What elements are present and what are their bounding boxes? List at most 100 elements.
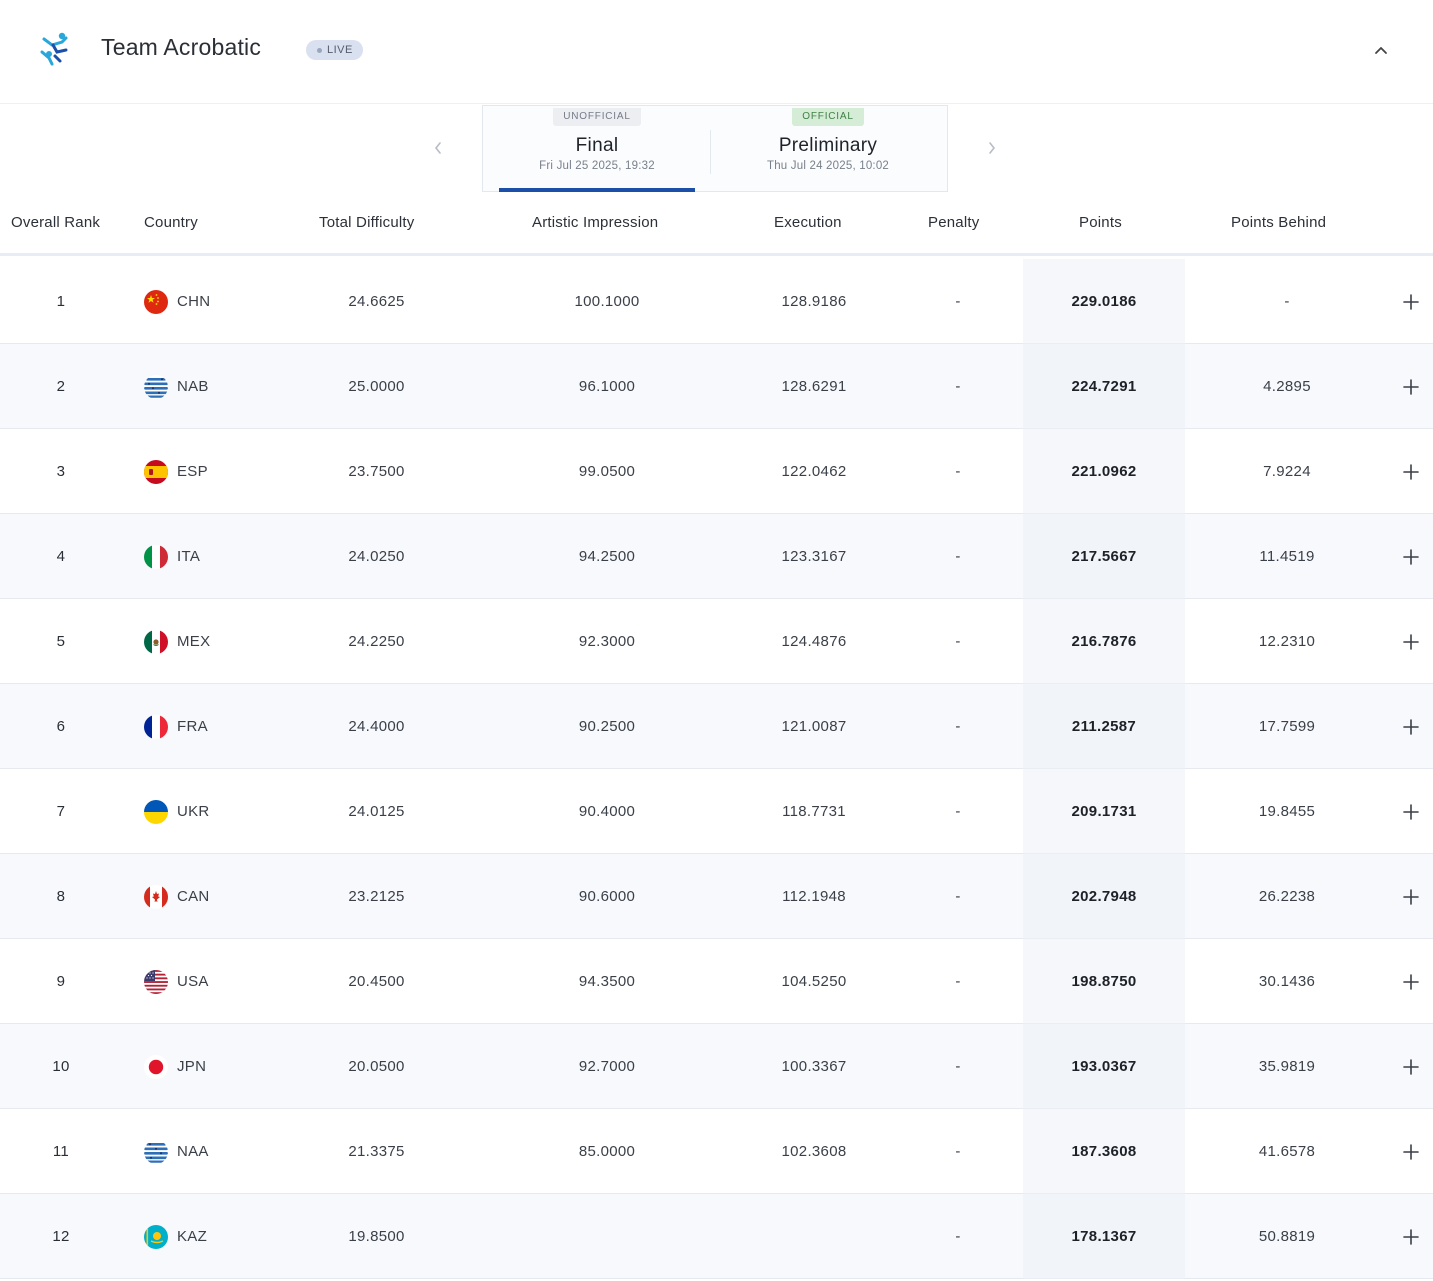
table-row[interactable]: 3 ESP 23.7500 99.0500 122.0462 - 221.0962 7.922… bbox=[0, 429, 1433, 514]
country-code: ESP bbox=[177, 463, 208, 480]
expand-row-button[interactable] bbox=[1398, 1194, 1424, 1279]
table-row[interactable]: 2 NAB 25.0000 96.1000 128.6291 - 224.7291 4.289… bbox=[0, 344, 1433, 429]
results-table-body: 1 CHN 24.6625 100.1000 128.9186 - 229.0186 - 2 NA… bbox=[0, 259, 1433, 1279]
expand-row-button[interactable] bbox=[1398, 599, 1424, 684]
country-cell: CHN bbox=[144, 259, 274, 344]
collapse-button[interactable] bbox=[1371, 40, 1391, 60]
execution-cell: 104.5250 bbox=[781, 973, 847, 990]
points-behind-cell: 12.2310 bbox=[1258, 633, 1316, 650]
tab-divider bbox=[710, 130, 711, 174]
country-cell: MEX bbox=[144, 599, 274, 684]
competition-title: Team Acrobatic bbox=[101, 34, 262, 60]
expand-row-button[interactable] bbox=[1398, 769, 1424, 854]
table-row[interactable]: 5 MEX 24.2250 92.3000 124.4876 - 216.7876 12.23… bbox=[0, 599, 1433, 684]
execution-cell: 128.9186 bbox=[781, 293, 847, 310]
difficulty-cell: 20.0500 bbox=[348, 1058, 405, 1075]
plus-icon bbox=[1403, 973, 1419, 990]
penalty-cell: - bbox=[955, 633, 961, 650]
flag-chn-icon bbox=[144, 289, 168, 314]
plus-icon bbox=[1403, 888, 1419, 905]
plus-icon bbox=[1403, 803, 1419, 820]
points-behind-cell: 35.9819 bbox=[1258, 1058, 1316, 1075]
expand-row-button[interactable] bbox=[1398, 684, 1424, 769]
points-cell: 187.3608 bbox=[1023, 1109, 1185, 1194]
active-tab-indicator bbox=[499, 188, 695, 192]
table-row[interactable]: 10 JPN 20.0500 92.7000 100.3367 - 193.0367 35.9… bbox=[0, 1024, 1433, 1109]
tab-final[interactable]: UNOFFICIAL Final Fri Jul 25 2025, 19:32 bbox=[499, 106, 695, 192]
table-row[interactable]: 8 CAN 23.2125 90.6000 112.1948 - 202.7948 26.22… bbox=[0, 854, 1433, 939]
execution-cell: 112.1948 bbox=[782, 888, 846, 905]
flag-jpn-icon bbox=[144, 1054, 168, 1079]
column-header-penalty[interactable]: Penalty bbox=[928, 214, 979, 231]
difficulty-cell: 23.2125 bbox=[348, 888, 405, 905]
points-behind-cell: 19.8455 bbox=[1258, 803, 1316, 820]
execution-cell: 123.3167 bbox=[781, 548, 847, 565]
column-header-difficulty[interactable]: Total Difficulty bbox=[319, 214, 414, 231]
expand-row-button[interactable] bbox=[1398, 1109, 1424, 1194]
flag-mex-icon bbox=[144, 629, 168, 654]
points-cell: 209.1731 bbox=[1023, 769, 1185, 854]
plus-icon bbox=[1403, 378, 1419, 395]
phase-tabs: UNOFFICIAL Final Fri Jul 25 2025, 19:32 … bbox=[482, 105, 948, 192]
official-badge: OFFICIAL bbox=[792, 108, 864, 126]
country-code: FRA bbox=[177, 718, 208, 735]
country-cell: NAB bbox=[144, 344, 274, 429]
table-row[interactable]: 4 ITA 24.0250 94.2500 123.3167 - 217.5667 11.45… bbox=[0, 514, 1433, 599]
country-cell: JPN bbox=[144, 1024, 274, 1109]
live-badge: LIVE bbox=[306, 40, 363, 60]
difficulty-cell: 21.3375 bbox=[348, 1143, 405, 1160]
table-row[interactable]: 12 KAZ 19.8500 - 178.1367 50.8819 bbox=[0, 1194, 1433, 1279]
execution-cell: 100.3367 bbox=[781, 1058, 847, 1075]
country-code: USA bbox=[177, 973, 209, 990]
artistic-cell: 100.1000 bbox=[574, 293, 640, 310]
expand-row-button[interactable] bbox=[1398, 1024, 1424, 1109]
expand-row-button[interactable] bbox=[1398, 344, 1424, 429]
expand-row-button[interactable] bbox=[1398, 514, 1424, 599]
artistic-cell: 96.1000 bbox=[578, 378, 636, 395]
country-cell: UKR bbox=[144, 769, 274, 854]
points-cell: 202.7948 bbox=[1023, 854, 1185, 939]
flag-naa-icon bbox=[144, 1139, 168, 1164]
execution-cell bbox=[744, 1194, 884, 1279]
table-row[interactable]: 6 FRA 24.4000 90.2500 121.0087 - 211.2587 17.75… bbox=[0, 684, 1433, 769]
artistic-cell: 92.3000 bbox=[578, 633, 636, 650]
column-header-artistic[interactable]: Artistic Impression bbox=[532, 214, 658, 231]
country-code: UKR bbox=[177, 803, 210, 820]
country-code: NAB bbox=[177, 378, 209, 395]
expand-row-button[interactable] bbox=[1398, 854, 1424, 939]
flag-usa-icon bbox=[144, 969, 168, 994]
difficulty-cell: 24.4000 bbox=[348, 718, 405, 735]
rank-cell: 12 bbox=[52, 1228, 70, 1245]
rank-cell: 4 bbox=[56, 548, 66, 565]
next-phase-button[interactable] bbox=[982, 138, 1002, 158]
previous-phase-button[interactable] bbox=[428, 138, 448, 158]
country-cell: KAZ bbox=[144, 1194, 274, 1279]
tab-preliminary[interactable]: OFFICIAL Preliminary Thu Jul 24 2025, 10… bbox=[723, 106, 933, 191]
country-code: CAN bbox=[177, 888, 210, 905]
column-header-points[interactable]: Points bbox=[1079, 214, 1122, 231]
column-header-execution[interactable]: Execution bbox=[774, 214, 842, 231]
expand-row-button[interactable] bbox=[1398, 259, 1424, 344]
table-row[interactable]: 7 UKR 24.0125 90.4000 118.7731 - 209.1731 19.84… bbox=[0, 769, 1433, 854]
acrobat-logo-icon bbox=[36, 30, 76, 70]
column-header-behind[interactable]: Points Behind bbox=[1231, 214, 1326, 231]
flag-kaz-icon bbox=[144, 1224, 168, 1249]
plus-icon bbox=[1403, 1228, 1419, 1245]
expand-row-button[interactable] bbox=[1398, 429, 1424, 514]
table-row[interactable]: 9 USA 20.4500 94.3500 104.5250 - 198.8750 30.14… bbox=[0, 939, 1433, 1024]
country-code: ITA bbox=[177, 548, 201, 565]
points-cell: 178.1367 bbox=[1023, 1194, 1185, 1279]
points-behind-cell: 41.6578 bbox=[1258, 1143, 1316, 1160]
table-row[interactable]: 1 CHN 24.6625 100.1000 128.9186 - 229.0186 - bbox=[0, 259, 1433, 344]
chevron-right-icon bbox=[989, 142, 996, 154]
chevron-up-icon bbox=[1375, 47, 1387, 54]
column-header-rank[interactable]: Overall Rank bbox=[11, 214, 100, 231]
expand-row-button[interactable] bbox=[1398, 939, 1424, 1024]
difficulty-cell: 19.8500 bbox=[348, 1228, 405, 1245]
table-row[interactable]: 11 NAA 21.3375 85.0000 102.3608 - 187.3608 41.6… bbox=[0, 1109, 1433, 1194]
penalty-cell: - bbox=[955, 463, 961, 480]
column-header-country[interactable]: Country bbox=[144, 214, 198, 231]
flag-can-icon bbox=[144, 884, 168, 909]
plus-icon bbox=[1403, 463, 1419, 480]
points-behind-cell: 26.2238 bbox=[1258, 888, 1316, 905]
